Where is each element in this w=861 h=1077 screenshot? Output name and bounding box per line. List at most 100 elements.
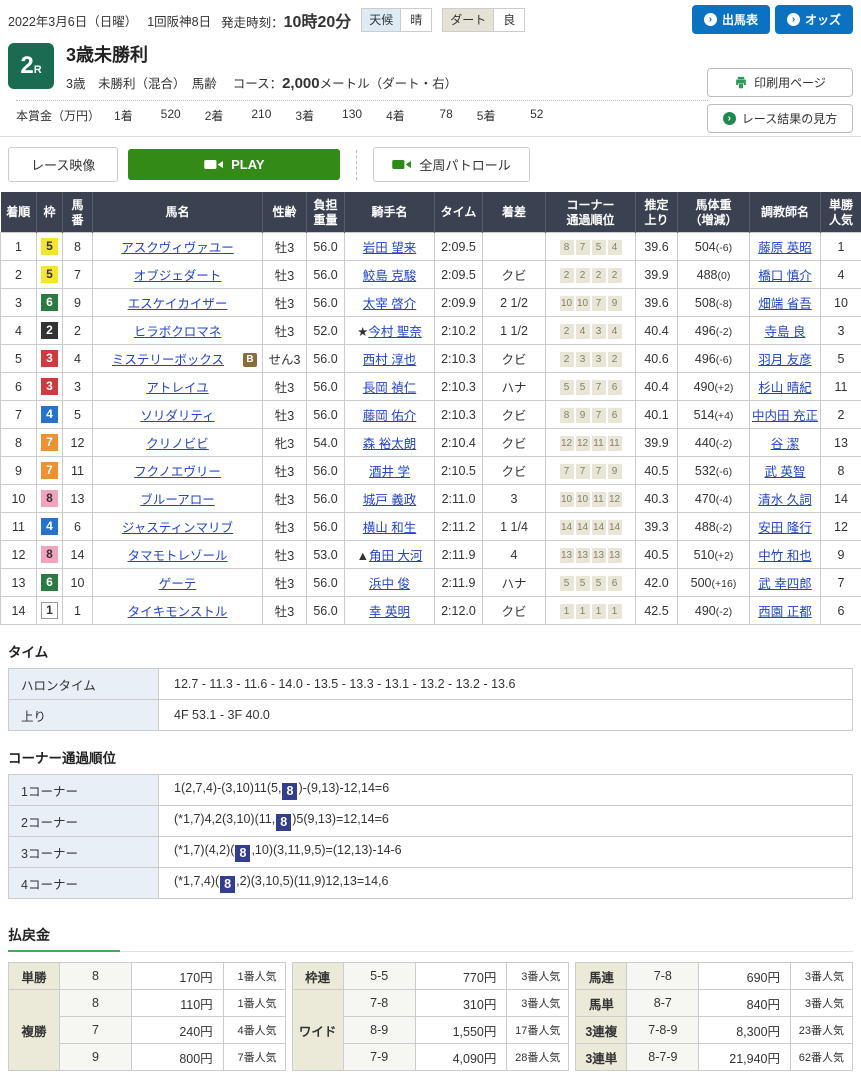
sex-age: 牡3 bbox=[263, 261, 307, 289]
payout-title: 払戻金 bbox=[8, 927, 50, 943]
jockey-cell: 森 裕太朗 bbox=[345, 429, 435, 457]
bet-type-label: 複勝 bbox=[9, 990, 60, 1071]
win-favorite-rank: 11 bbox=[821, 373, 861, 401]
estimated-last-3f: 40.5 bbox=[636, 541, 678, 569]
video-controls: レース映像 PLAY 全周パトロール bbox=[0, 137, 861, 192]
frame-number-cell: 7 bbox=[37, 429, 63, 457]
horse-number: 5 bbox=[63, 401, 93, 429]
jockey-link[interactable]: 横山 和生 bbox=[363, 521, 416, 535]
trainer-link[interactable]: 藤原 英昭 bbox=[758, 241, 811, 255]
jockey-link[interactable]: 長岡 禎仁 bbox=[363, 381, 416, 395]
trainer-link[interactable]: 畑端 省吾 bbox=[758, 297, 811, 311]
course-unit: メートル（ダート・右） bbox=[320, 77, 458, 91]
winner-number-highlight: 8 bbox=[220, 876, 235, 893]
jockey-link[interactable]: 幸 英明 bbox=[369, 605, 410, 619]
horse-name-link[interactable]: ソリダリティ bbox=[140, 409, 214, 423]
horse-weight: 470(-4) bbox=[678, 485, 750, 513]
race-number-badge: 2R bbox=[8, 43, 54, 89]
jockey-link[interactable]: 森 裕太朗 bbox=[363, 437, 416, 451]
estimated-last-3f: 39.3 bbox=[636, 513, 678, 541]
finish-position: 12 bbox=[1, 541, 37, 569]
trainer-link[interactable]: 谷 潔 bbox=[771, 437, 799, 451]
trainer-link[interactable]: 中内田 充正 bbox=[752, 409, 818, 423]
finish-time: 2:09.5 bbox=[435, 261, 483, 289]
trainer-link[interactable]: 安田 隆行 bbox=[758, 521, 811, 535]
jockey-link[interactable]: 角田 大河 bbox=[369, 549, 422, 563]
horse-name-link[interactable]: タマモトレゾール bbox=[127, 549, 227, 563]
jockey-link[interactable]: 藤岡 佑介 bbox=[363, 409, 416, 423]
horse-name-link[interactable]: アトレイユ bbox=[146, 381, 208, 395]
horse-number: 1 bbox=[63, 597, 93, 625]
horse-name-link[interactable]: タイキモンストル bbox=[128, 605, 228, 619]
column-header: 負担重量 bbox=[307, 193, 345, 233]
finish-time: 2:10.3 bbox=[435, 345, 483, 373]
horse-name-link[interactable]: ゲーテ bbox=[159, 577, 197, 591]
trainer-cell: 中竹 和也 bbox=[750, 541, 821, 569]
trainer-link[interactable]: 清水 久詞 bbox=[758, 493, 811, 507]
horse-name-link[interactable]: フクノエヴリー bbox=[134, 465, 221, 479]
margin bbox=[483, 233, 546, 261]
horse-name-link[interactable]: アスクヴィヴァユー bbox=[121, 241, 234, 255]
play-button[interactable]: PLAY bbox=[128, 149, 340, 180]
horse-weight: 532(-6) bbox=[678, 457, 750, 485]
trainer-link[interactable]: 杉山 晴紀 bbox=[758, 381, 811, 395]
horse-number: 14 bbox=[63, 541, 93, 569]
horse-name-link[interactable]: エスケイカイザー bbox=[128, 297, 228, 311]
weather-label: 天候 bbox=[362, 9, 401, 31]
jockey-link[interactable]: 岩田 望来 bbox=[363, 241, 416, 255]
horse-name-link[interactable]: ヒラボクロマネ bbox=[134, 325, 222, 339]
jockey-link[interactable]: 浜中 俊 bbox=[369, 577, 410, 591]
result-guide-button[interactable]: › レース結果の見方 bbox=[707, 104, 853, 133]
race-header: 2R 3歳未勝利 3歳 未勝利（混合） 馬齢 コース：2,000メートル（ダート… bbox=[0, 34, 861, 134]
payout-favorite-rank: 1番人気 bbox=[223, 990, 285, 1017]
trainer-link[interactable]: 中竹 和也 bbox=[758, 549, 811, 563]
jockey-link[interactable]: 城戸 義政 bbox=[363, 493, 416, 507]
divider bbox=[16, 100, 708, 101]
trainer-link[interactable]: 橋口 慎介 bbox=[758, 269, 811, 283]
table-row: 馬単8-7840円3番人気 bbox=[576, 990, 853, 1017]
jockey-link[interactable]: 酒井 学 bbox=[369, 465, 410, 479]
frame-number-badge: 4 bbox=[41, 406, 58, 423]
trainer-link[interactable]: 武 幸四郎 bbox=[758, 577, 811, 591]
carried-weight: 56.0 bbox=[307, 513, 345, 541]
payout-amount: 840円 bbox=[699, 990, 791, 1017]
payout-heading: 払戻金 bbox=[8, 925, 853, 952]
odds-button[interactable]: ›オッズ bbox=[775, 5, 853, 34]
corner-positions: 5556 bbox=[546, 569, 636, 597]
horse-name-link[interactable]: ミステリーボックス bbox=[112, 353, 224, 367]
frame-number-badge: 3 bbox=[41, 378, 58, 395]
trainer-link[interactable]: 羽月 友彦 bbox=[758, 353, 811, 367]
horse-name-link[interactable]: ジャスティンマリブ bbox=[122, 521, 233, 535]
race-date: 2022年3月6日（日曜） bbox=[8, 11, 137, 30]
jockey-link[interactable]: 西村 淳也 bbox=[363, 353, 416, 367]
print-page-button[interactable]: 印刷用ページ bbox=[707, 68, 853, 97]
jockey-link[interactable]: 今村 聖奈 bbox=[368, 325, 421, 339]
win-favorite-rank: 9 bbox=[821, 541, 861, 569]
horse-name-link[interactable]: クリノビビ bbox=[146, 437, 209, 451]
horse-name-link[interactable]: ブルーアロー bbox=[140, 493, 215, 507]
payout-combination: 8 bbox=[60, 963, 132, 990]
carried-weight: 56.0 bbox=[307, 289, 345, 317]
horse-number: 7 bbox=[63, 261, 93, 289]
jockey-cell: 藤岡 佑介 bbox=[345, 401, 435, 429]
race-result-page: 2022年3月6日（日曜） 1回阪神8日 発走時刻：10時20分 天候 晴 ダー… bbox=[0, 0, 861, 1077]
entries-button[interactable]: ›出馬表 bbox=[692, 5, 770, 34]
trainer-link[interactable]: 西園 正都 bbox=[758, 605, 811, 619]
corner-label: 2コーナー bbox=[9, 806, 159, 837]
winner-number-highlight: 8 bbox=[276, 814, 291, 831]
jockey-link[interactable]: 太宰 啓介 bbox=[363, 297, 416, 311]
carried-weight: 54.0 bbox=[307, 429, 345, 457]
table-row: 3コーナー(*1,7)(4,2)(8,10)(3,11,9,5)=(12,13)… bbox=[9, 837, 853, 868]
table-row: ハロンタイム 12.7 - 11.3 - 11.6 - 14.0 - 13.5 … bbox=[9, 669, 853, 700]
race-video-button[interactable]: レース映像 bbox=[8, 147, 118, 182]
trainer-link[interactable]: 寺島 良 bbox=[765, 325, 806, 339]
table-row: 5 3 4 ミステリーボックスB せん3 56.0 西村 淳也 2:10.3 ク… bbox=[1, 345, 861, 373]
horse-name-link[interactable]: オブジェダート bbox=[134, 269, 222, 283]
horse-weight: 488(0) bbox=[678, 261, 750, 289]
jockey-link[interactable]: 鮫島 克駿 bbox=[363, 269, 416, 283]
trainer-link[interactable]: 武 英智 bbox=[765, 465, 806, 479]
patrol-video-button[interactable]: 全周パトロール bbox=[373, 147, 529, 182]
frame-number-badge: 7 bbox=[41, 434, 58, 451]
results-table: 着順枠馬番馬名性齢負担重量騎手名タイム着差コーナー通過順位推定上り馬体重（増減）… bbox=[0, 192, 861, 625]
column-header: 馬番 bbox=[63, 193, 93, 233]
